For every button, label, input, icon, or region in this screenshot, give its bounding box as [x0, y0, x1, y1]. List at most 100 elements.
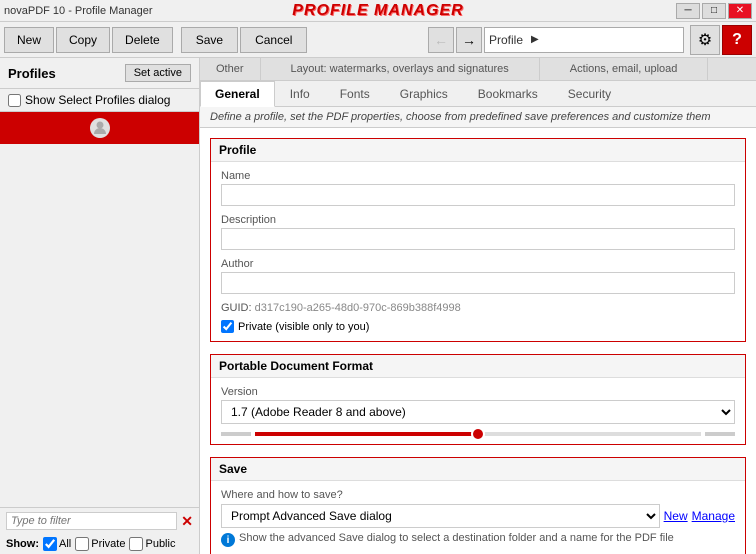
sidebar: Profiles Set active Show Select Profiles… [0, 58, 200, 554]
close-button[interactable]: ✕ [728, 3, 752, 19]
save-where-row: Prompt Advanced Save dialog Prompt Stand… [221, 504, 735, 528]
sidebar-title: Profiles [8, 66, 56, 81]
show-options-row: Show: All Private Public [0, 534, 199, 554]
slider-thumb[interactable] [471, 427, 485, 441]
sidebar-selected-item[interactable] [0, 112, 199, 144]
tab-info[interactable]: Info [275, 81, 325, 107]
show-all-label: All [59, 538, 71, 550]
tab-actions[interactable]: Actions, email, upload [540, 58, 709, 80]
profile-dropdown-arrow: ▶ [531, 34, 539, 45]
filter-input[interactable] [6, 512, 177, 530]
toolbar: New Copy Delete Save Cancel ← → Profile … [0, 22, 756, 58]
author-label: Author [221, 258, 735, 270]
manage-link[interactable]: Manage [692, 509, 735, 523]
profile-section-header: Profile [211, 139, 745, 162]
save-section-body: Where and how to save? Prompt Advanced S… [211, 481, 745, 554]
main-title: PROFILE MANAGER [292, 2, 463, 20]
title-bar: novaPDF 10 - Profile Manager PROFILE MAN… [0, 0, 756, 22]
tab-security[interactable]: Security [553, 81, 626, 107]
content-area: Other Layout: watermarks, overlays and s… [200, 58, 756, 554]
pdf-section: Portable Document Format Version 1.7 (Ad… [210, 354, 746, 445]
minimize-button[interactable]: ─ [676, 3, 700, 19]
tab-graphics[interactable]: Graphics [385, 81, 463, 107]
show-all-checkbox[interactable] [43, 537, 57, 551]
tab-layout[interactable]: Layout: watermarks, overlays and signatu… [261, 58, 540, 80]
show-all-option[interactable]: All [43, 537, 71, 551]
private-label: Private (visible only to you) [238, 321, 369, 333]
version-select[interactable]: 1.7 (Adobe Reader 8 and above) 1.4 (Adob… [221, 400, 735, 424]
guid-label: GUID: [221, 302, 252, 314]
show-public-label: Public [145, 538, 175, 550]
profile-selector[interactable]: Profile ▶ [484, 27, 684, 53]
sidebar-header: Profiles Set active [0, 58, 199, 89]
pdf-section-body: Version 1.7 (Adobe Reader 8 and above) 1… [211, 378, 745, 444]
slider-left [221, 432, 251, 436]
bottom-tab-bar: General Info Fonts Graphics Bookmarks Se… [200, 81, 756, 107]
new-button[interactable]: New [4, 27, 54, 53]
maximize-button[interactable]: □ [702, 3, 726, 19]
copy-button[interactable]: Copy [56, 27, 110, 53]
show-select-profiles-checkbox[interactable] [8, 94, 21, 107]
sidebar-filter-row: ✕ [0, 507, 199, 534]
info-row: i Show the advanced Save dialog to selec… [221, 532, 735, 547]
help-button[interactable]: ? [722, 25, 752, 55]
version-row: Version 1.7 (Adobe Reader 8 and above) 1… [221, 386, 735, 424]
nav-group: ← → Profile ▶ ⚙ ? [428, 25, 752, 55]
top-tab-bar: Other Layout: watermarks, overlays and s… [200, 58, 756, 81]
slider-track[interactable] [255, 432, 701, 436]
save-where-select[interactable]: Prompt Advanced Save dialog Prompt Stand… [221, 504, 660, 528]
slider-row [221, 432, 735, 436]
desc-input[interactable] [221, 228, 735, 250]
slider-right [705, 432, 735, 436]
tab-content-general: Profile Name Description Author [200, 128, 756, 554]
window-controls: ─ □ ✕ [676, 3, 752, 19]
author-input[interactable] [221, 272, 735, 294]
main-layout: Profiles Set active Show Select Profiles… [0, 58, 756, 554]
forward-button[interactable]: → [456, 27, 482, 53]
info-text: Show the advanced Save dialog to select … [239, 532, 674, 544]
show-public-checkbox[interactable] [129, 537, 143, 551]
tab-other[interactable]: Other [200, 58, 261, 80]
tab-fonts[interactable]: Fonts [325, 81, 385, 107]
version-label: Version [221, 386, 735, 398]
where-label: Where and how to save? [221, 489, 735, 501]
guid-row: GUID: d317c190-a265-48d0-970c-869b388f49… [221, 302, 735, 314]
tab-general[interactable]: General [200, 81, 275, 107]
show-private-option[interactable]: Private [75, 537, 125, 551]
name-row: Name [221, 170, 735, 206]
show-label: Show: [6, 538, 39, 550]
clear-filter-button[interactable]: ✕ [181, 513, 193, 530]
show-public-option[interactable]: Public [129, 537, 175, 551]
desc-row: Description [221, 214, 735, 250]
guid-value: d317c190-a265-48d0-970c-869b388f4998 [255, 302, 461, 314]
author-row: Author [221, 258, 735, 294]
save-section-header: Save [211, 458, 745, 481]
name-input[interactable] [221, 184, 735, 206]
show-private-label: Private [91, 538, 125, 550]
profile-label: Profile [489, 33, 523, 47]
cancel-button[interactable]: Cancel [240, 27, 307, 53]
delete-button[interactable]: Delete [112, 27, 173, 53]
pdf-section-header: Portable Document Format [211, 355, 745, 378]
profile-section-body: Name Description Author GUID: d317c190-a… [211, 162, 745, 341]
sidebar-list [0, 112, 199, 507]
description-bar: Define a profile, set the PDF properties… [200, 107, 756, 128]
private-row: Private (visible only to you) [221, 320, 735, 333]
description-text: Define a profile, set the PDF properties… [210, 111, 711, 123]
settings-button[interactable]: ⚙ [690, 25, 720, 55]
save-button[interactable]: Save [181, 27, 238, 53]
set-active-button[interactable]: Set active [125, 64, 191, 82]
tab-bookmarks[interactable]: Bookmarks [463, 81, 553, 107]
name-label: Name [221, 170, 735, 182]
profile-section: Profile Name Description Author [210, 138, 746, 342]
show-select-profiles-row: Show Select Profiles dialog [0, 89, 199, 112]
info-icon: i [221, 533, 235, 547]
desc-label: Description [221, 214, 735, 226]
show-select-profiles-label: Show Select Profiles dialog [25, 93, 170, 107]
back-button[interactable]: ← [428, 27, 454, 53]
new-link[interactable]: New [664, 509, 688, 523]
show-private-checkbox[interactable] [75, 537, 89, 551]
private-checkbox[interactable] [221, 320, 234, 333]
avatar [90, 118, 110, 138]
save-section: Save Where and how to save? Prompt Advan… [210, 457, 746, 554]
